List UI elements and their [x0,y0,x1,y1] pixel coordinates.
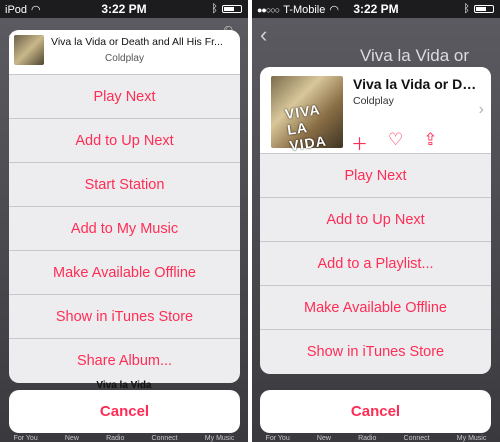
menu-item-add-to-up-next[interactable]: Add to Up Next [9,119,240,163]
battery-icon [474,5,494,13]
bluetooth-icon: ᛒ [463,3,470,15]
menu-item-make-available-offline[interactable]: Make Available Offline [9,251,240,295]
chevron-right-icon[interactable]: › [479,101,484,119]
tab-radio[interactable]: Radio [106,435,124,442]
action-sheet: Viva la Vida or Death and All His Fr... … [9,30,240,383]
tab-for-you[interactable]: For You [266,435,290,442]
album-title: Viva la Vida or De... [353,76,481,92]
tab-new[interactable]: New [317,435,331,442]
menu-item-share-album[interactable]: Share Album... [9,339,240,383]
menu-item-start-station[interactable]: Start Station [9,163,240,207]
menu-item-add-to-playlist[interactable]: Add to a Playlist... [260,242,491,286]
tab-my-music[interactable]: My Music [457,435,487,442]
mini-player-title[interactable]: Viva la Vida [0,380,248,391]
artist-name: Coldplay [353,95,394,107]
share-icon[interactable]: ⇪ [423,130,437,155]
background-album-title: Viva la Vida or [360,46,469,65]
left-screen: iPod ◠ 3:22 PM ᛒ ‹ 🔍︎ Viva la Vida For Y… [0,0,248,442]
tab-new[interactable]: New [65,435,79,442]
battery-icon [222,5,242,13]
album-art: VIVA LA VIDA [271,76,343,154]
menu-item-play-next[interactable]: Play Next [260,154,491,198]
bluetooth-icon: ᛒ [211,3,218,15]
sheet-header[interactable]: VIVA LA VIDA Viva la Vida or De... Coldp… [260,67,491,154]
header-actions: ＋ ♡ ⇪ [351,130,438,155]
menu-item-add-to-up-next[interactable]: Add to Up Next [260,198,491,242]
album-title: Viva la Vida or Death and All His Fr... [51,36,223,48]
tab-for-you[interactable]: For You [14,435,38,442]
menu-item-show-in-itunes-store[interactable]: Show in iTunes Store [9,295,240,339]
tab-radio[interactable]: Radio [358,435,376,442]
tab-connect[interactable]: Connect [152,435,178,442]
heart-icon[interactable]: ♡ [388,130,403,155]
action-sheet: VIVA LA VIDA Viva la Vida or De... Coldp… [260,67,491,374]
menu-item-add-to-my-music[interactable]: Add to My Music [9,207,240,251]
back-chevron-icon[interactable]: ‹ [260,22,267,48]
sheet-header: Viva la Vida or Death and All His Fr... … [9,30,240,75]
menu-item-show-in-itunes-store[interactable]: Show in iTunes Store [260,330,491,374]
cancel-button[interactable]: Cancel [9,390,240,433]
tab-connect[interactable]: Connect [404,435,430,442]
status-bar: ●●○○○ T-Mobile ◠ 3:22 PM ᛒ [252,0,500,18]
album-art-text: VIVA LA VIDA [283,101,328,154]
menu-item-make-available-offline[interactable]: Make Available Offline [260,286,491,330]
right-screen: ●●○○○ T-Mobile ◠ 3:22 PM ᛒ ‹ Viva la Vid… [252,0,500,442]
cancel-button[interactable]: Cancel [260,390,491,433]
menu-item-play-next[interactable]: Play Next [9,75,240,119]
tab-my-music[interactable]: My Music [205,435,235,442]
artist-name: Coldplay [105,53,144,64]
plus-icon[interactable]: ＋ [351,130,368,155]
status-bar: iPod ◠ 3:22 PM ᛒ [0,0,248,18]
